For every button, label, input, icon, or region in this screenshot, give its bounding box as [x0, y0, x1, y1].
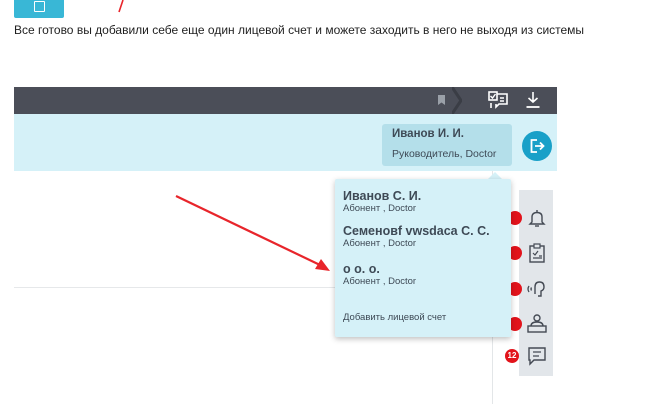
account-role: Абонент , Doctor [343, 276, 417, 287]
message-badge: 12 [505, 349, 519, 363]
red-mark-icon [118, 0, 124, 13]
desk-icon[interactable] [526, 312, 548, 334]
account-item-2[interactable]: Семеновf vwsdaca С. С. Абонент , Doctor [343, 224, 490, 249]
top-app-icon [14, 0, 64, 18]
toolbar-separator [452, 87, 462, 114]
user-role: Руководитель, Doctor [392, 148, 497, 160]
account-name: Семеновf vwsdaca С. С. [343, 224, 490, 238]
annotation-arrow [175, 195, 330, 271]
logout-button[interactable] [522, 131, 552, 161]
message-icon[interactable] [526, 345, 548, 367]
chat-check-icon[interactable] [487, 90, 509, 110]
account-name: о о. о. [343, 262, 380, 276]
logout-icon [530, 139, 545, 153]
account-item-3[interactable]: о о. о. Абонент , Doctor [343, 262, 416, 287]
document-icon [34, 1, 45, 12]
clipboard-icon[interactable] [526, 242, 548, 264]
bell-icon[interactable] [526, 207, 548, 229]
account-item-1[interactable]: Иванов С. И. Абонент , Doctor [343, 189, 421, 214]
download-icon[interactable] [525, 91, 541, 109]
app-toolbar [14, 87, 557, 114]
voice-icon[interactable] [524, 278, 546, 300]
intro-text: Все готово вы добавили себе еще один лиц… [14, 23, 585, 37]
add-account-link[interactable]: Добавить лицевой счет [343, 312, 446, 323]
account-name: Иванов С. И. [343, 189, 422, 203]
user-name: Иванов И. И. [392, 128, 464, 140]
account-role: Абонент , Doctor [343, 238, 417, 249]
account-role: Абонент , Doctor [343, 203, 417, 214]
